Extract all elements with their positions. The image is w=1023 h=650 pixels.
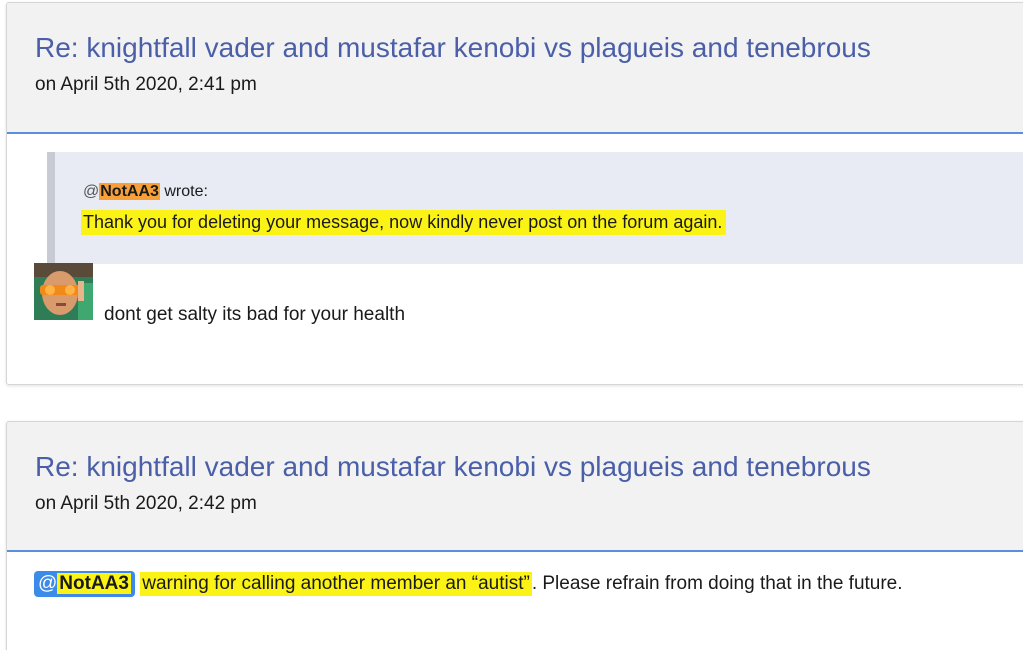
forum-post: Re: knightfall vader and mustafar kenobi… <box>6 2 1023 385</box>
quote-author-mention[interactable]: NotAA3 <box>99 183 160 200</box>
mention-username: NotAA3 <box>57 573 131 594</box>
warning-rest: . Please refrain from doing that in the … <box>531 573 903 594</box>
forum-post: Re: knightfall vader and mustafar kenobi… <box>6 421 1023 650</box>
forum-page: Re: knightfall vader and mustafar kenobi… <box>0 0 1023 650</box>
post-date: on April 5th 2020, 2:41 pm <box>35 74 257 95</box>
warning-highlight: warning for calling another member an “a… <box>140 572 532 596</box>
post-date: on April 5th 2020, 2:42 pm <box>35 493 257 514</box>
mention-at-sign: @ <box>38 573 58 594</box>
quote-text: Thank you for deleting your message, now… <box>81 210 727 235</box>
post-header: Re: knightfall vader and mustafar kenobi… <box>7 422 1023 552</box>
user-mention[interactable]: @ NotAA3 <box>34 571 135 597</box>
avatar-image <box>34 263 93 320</box>
moderator-message: @ NotAA3 warning for calling another memb… <box>34 571 903 597</box>
post-header: Re: knightfall vader and mustafar kenobi… <box>7 3 1023 134</box>
reply-text: dont get salty its bad for your health <box>104 304 406 325</box>
avatar[interactable] <box>34 263 93 320</box>
post-title[interactable]: Re: knightfall vader and mustafar kenobi… <box>35 3 1023 65</box>
mention-at-sign: @ <box>83 183 100 200</box>
quote-author: @NotAA3 wrote: <box>83 182 208 202</box>
quote-block: @NotAA3 wrote: Thank you for deleting yo… <box>47 152 1023 264</box>
post-title[interactable]: Re: knightfall vader and mustafar kenobi… <box>35 422 1023 484</box>
quote-wrote-label: wrote: <box>159 183 208 200</box>
